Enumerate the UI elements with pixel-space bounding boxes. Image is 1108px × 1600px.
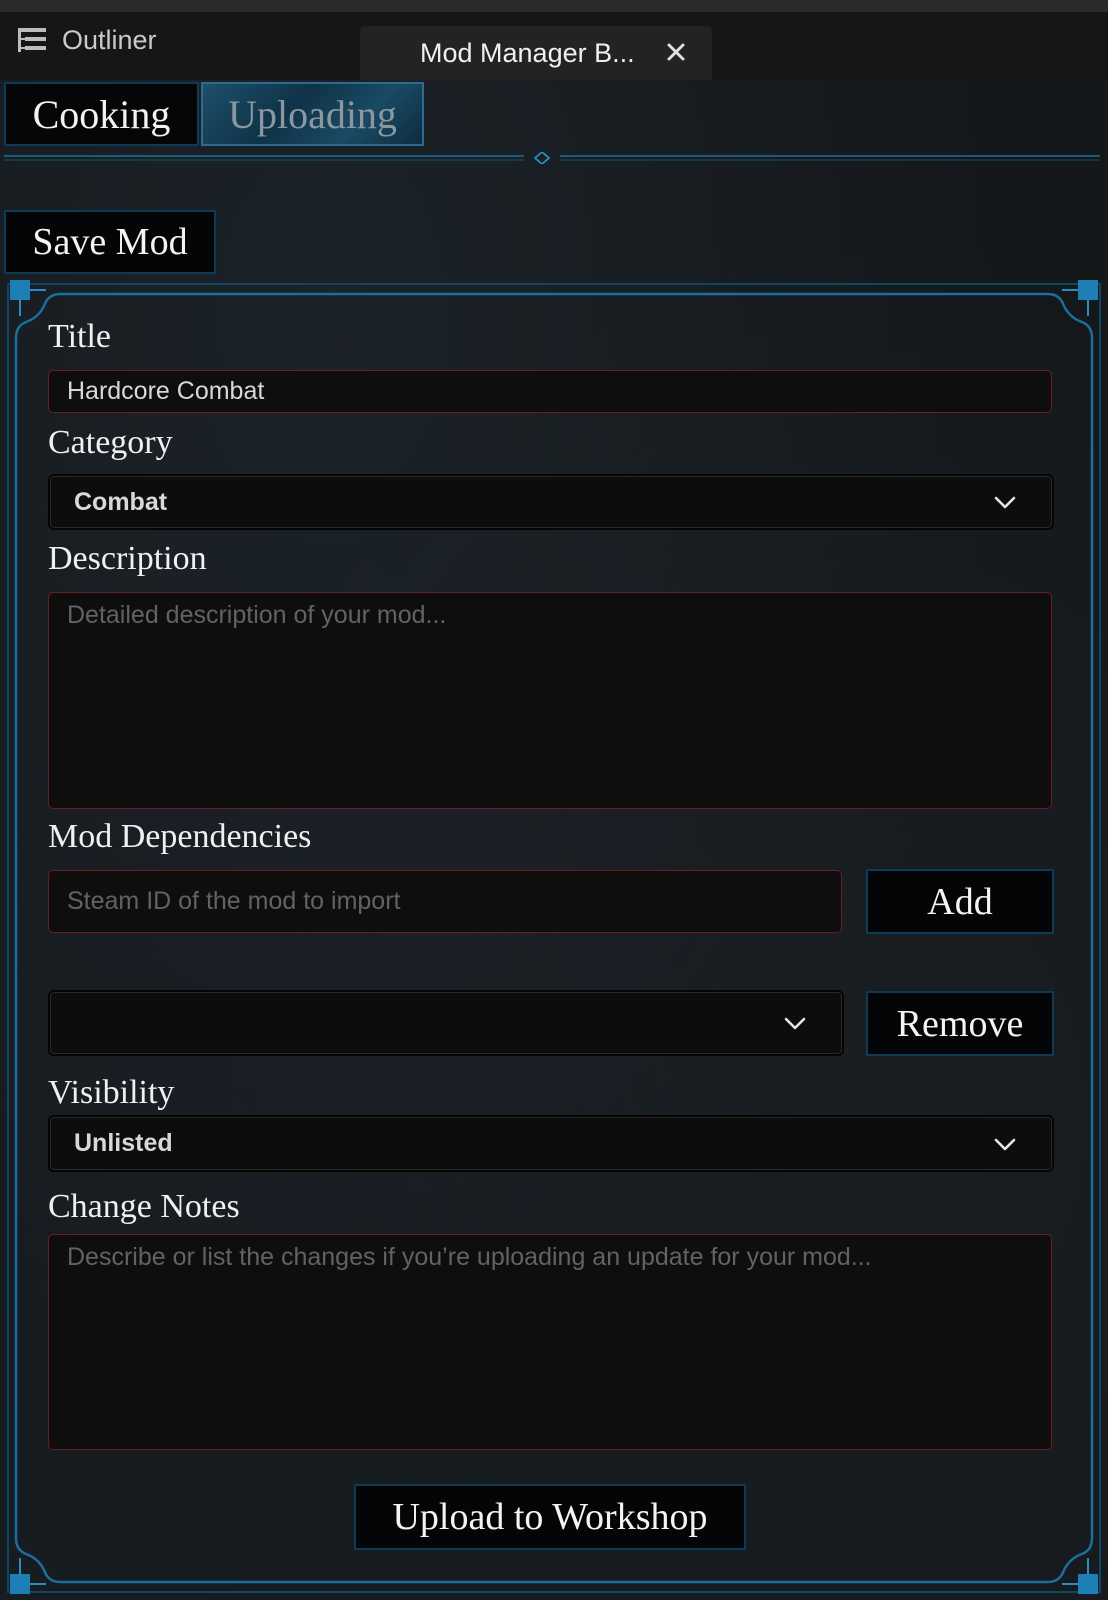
- tab-outliner-label: Outliner: [62, 24, 157, 55]
- change-notes-field[interactable]: Describe or list the changes if you’re u…: [48, 1234, 1052, 1450]
- description-field[interactable]: Detailed description of your mod...: [48, 592, 1052, 809]
- save-mod-button[interactable]: Save Mod: [4, 210, 216, 274]
- description-placeholder: Detailed description of your mod...: [67, 601, 447, 629]
- chevron-down-icon: [784, 1017, 806, 1030]
- title-label: Title: [48, 318, 112, 355]
- category-label: Category: [48, 424, 173, 461]
- dependency-id-placeholder: Steam ID of the mod to import: [67, 887, 401, 915]
- outliner-icon: [18, 28, 46, 52]
- visibility-label: Visibility: [48, 1074, 175, 1111]
- tab-cooking[interactable]: Cooking: [4, 82, 199, 146]
- remove-dependency-button[interactable]: Remove: [866, 991, 1054, 1056]
- add-dependency-button[interactable]: Add: [866, 869, 1054, 934]
- category-select[interactable]: Combat: [48, 474, 1054, 530]
- ornament-divider: [4, 152, 1100, 164]
- title-strip: [0, 0, 1108, 12]
- upload-to-workshop-button[interactable]: Upload to Workshop: [354, 1484, 746, 1550]
- dependency-id-field[interactable]: Steam ID of the mod to import: [48, 870, 842, 933]
- tab-mod-manager[interactable]: Mod Manager B...: [360, 26, 712, 80]
- mod-manager-window: Outliner Mod Manager B... Cooking Upload…: [0, 0, 1108, 1600]
- description-label: Description: [48, 540, 207, 577]
- title-field[interactable]: Hardcore Combat: [48, 370, 1052, 413]
- tab-mod-manager-label: Mod Manager B...: [420, 37, 635, 68]
- dependency-list-select[interactable]: [48, 990, 844, 1056]
- visibility-select[interactable]: Unlisted: [48, 1115, 1054, 1172]
- visibility-value: Unlisted: [74, 1129, 173, 1157]
- category-value: Combat: [74, 487, 168, 516]
- mod-dependencies-label: Mod Dependencies: [48, 818, 312, 855]
- close-icon[interactable]: [662, 38, 690, 66]
- title-value: Hardcore Combat: [67, 377, 265, 405]
- change-notes-placeholder: Describe or list the changes if you’re u…: [67, 1243, 872, 1271]
- chevron-down-icon: [994, 496, 1016, 509]
- tab-outliner[interactable]: Outliner: [0, 12, 360, 68]
- tab-uploading[interactable]: Uploading: [201, 82, 424, 146]
- change-notes-label: Change Notes: [48, 1188, 240, 1225]
- chevron-down-icon: [994, 1138, 1016, 1150]
